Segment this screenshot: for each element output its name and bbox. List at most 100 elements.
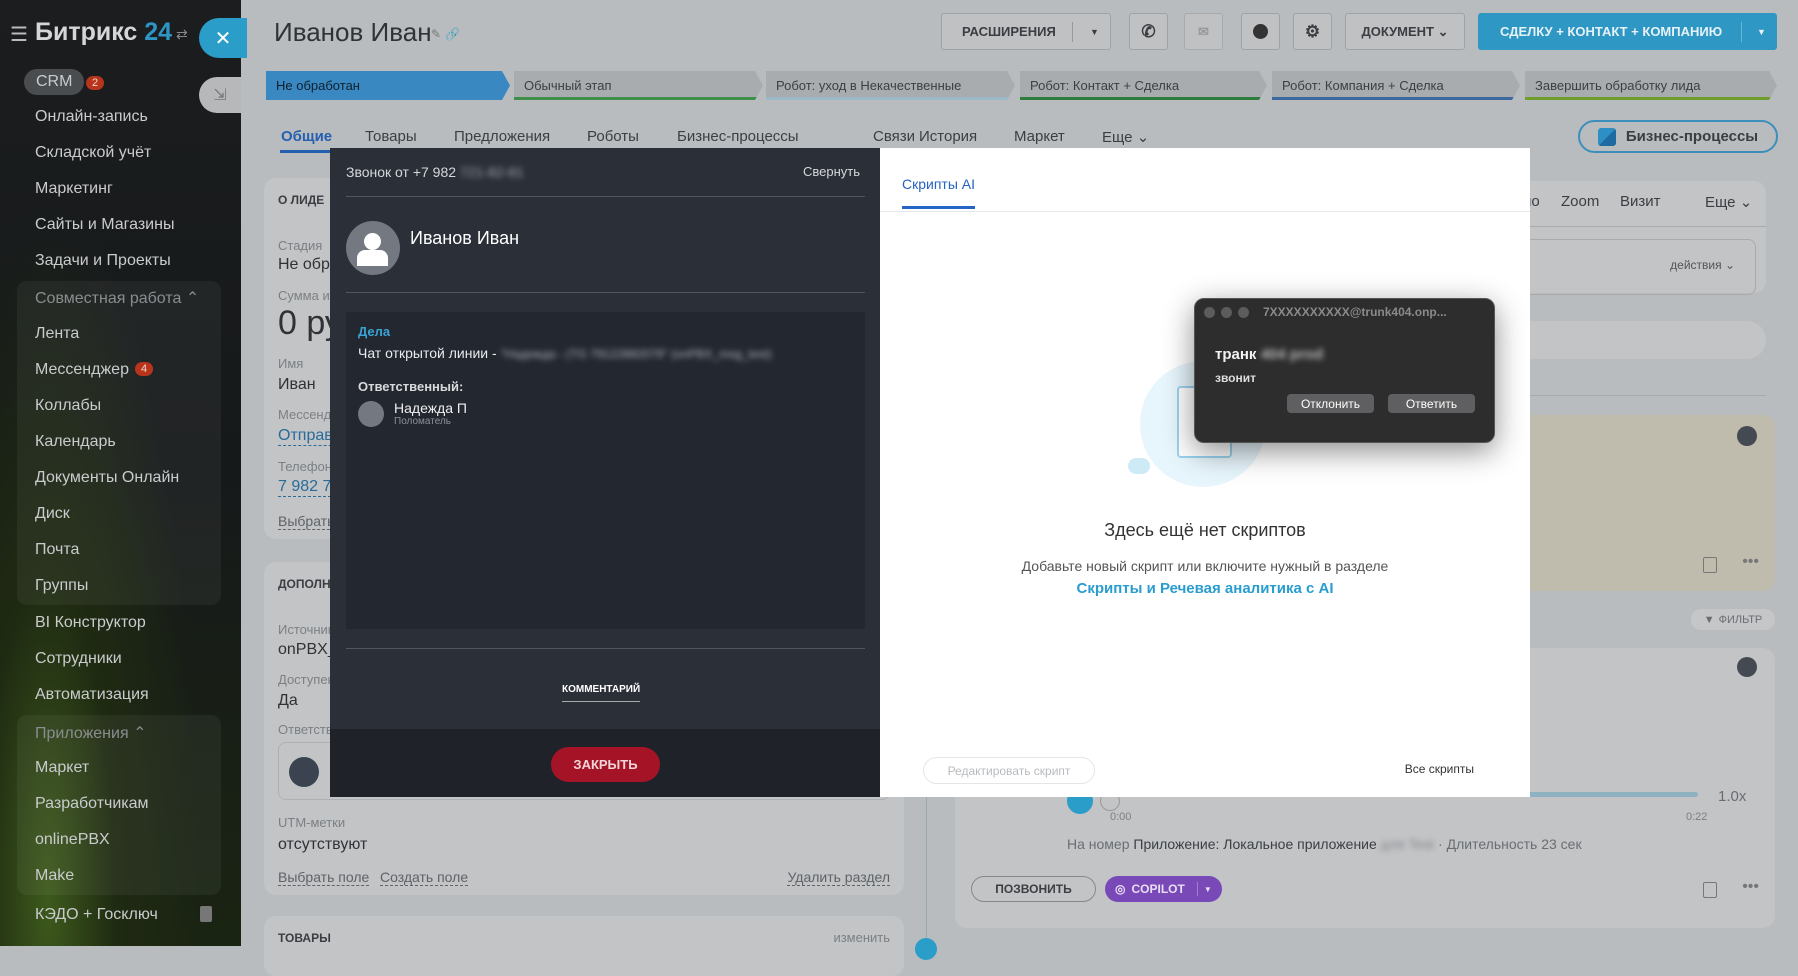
tab-label: Связи: [873, 128, 916, 145]
stage-4[interactable]: Робот: Контакт + Сделка: [1020, 71, 1267, 100]
call-back-button[interactable]: ПОЗВОНИТЬ: [971, 876, 1096, 902]
editor-tab-more[interactable]: Еще ⌄: [1705, 193, 1752, 211]
user-avatar-icon: [358, 400, 384, 427]
document-button[interactable]: ДОКУМЕНТ ⌄: [1345, 13, 1465, 50]
empty-link-wrap: Скрипты и Речевая аналитика с AI: [880, 580, 1530, 597]
copilot-button[interactable]: ◎ COPILOT ▼: [1105, 876, 1222, 902]
sidebar-item[interactable]: Календарь: [35, 433, 116, 451]
sidebar-item[interactable]: onlinePBX: [35, 831, 110, 849]
sidebar-item-messenger[interactable]: Мессенджер 4: [35, 361, 154, 379]
sidebar-item[interactable]: Складской учёт: [35, 144, 151, 162]
name-value[interactable]: Иван: [278, 376, 316, 394]
menu-icon[interactable]: ☰: [10, 22, 28, 47]
sidebar-item[interactable]: Сотрудники: [35, 650, 122, 668]
edit-script-button[interactable]: Редактировать скрипт: [923, 757, 1095, 784]
source-value[interactable]: onPBX_: [278, 641, 337, 659]
available-value[interactable]: Да: [278, 692, 298, 710]
close-call-button[interactable]: ЗАКРЫТЬ: [551, 747, 660, 782]
sidebar-group-header[interactable]: Приложения ⌃: [35, 723, 146, 743]
tab-0[interactable]: Общие: [281, 128, 332, 145]
scripts-analytics-link[interactable]: Скрипты и Речевая аналитика с AI: [1076, 580, 1333, 597]
minimize-slider-button[interactable]: ⇲: [199, 77, 241, 113]
user-avatar-icon: [1737, 657, 1757, 677]
empty-title: Здесь ещё нет скриптов: [1104, 520, 1306, 540]
more-dots-icon[interactable]: •••: [1742, 553, 1759, 571]
comment-tab[interactable]: КОММЕНТАРИЙ: [562, 684, 641, 702]
actions-dropdown[interactable]: действия ⌄: [1670, 258, 1735, 272]
sidebar-item[interactable]: Разработчикам: [35, 795, 149, 813]
convert-button[interactable]: СДЕЛКУ + КОНТАКТ + КОМПАНИЮ ▼: [1478, 13, 1777, 50]
stage-6[interactable]: Завершить обработку лида: [1525, 71, 1777, 100]
info-duration: · Длительность 23 сек: [1438, 836, 1582, 852]
create-field-link[interactable]: Создать поле: [380, 869, 469, 886]
edit-products-link[interactable]: изменить: [833, 930, 890, 945]
sidebar-item[interactable]: Документы Онлайн: [35, 469, 179, 487]
close-slider-button[interactable]: ✕: [199, 18, 247, 58]
all-scripts-link[interactable]: Все скрипты: [1405, 762, 1474, 776]
settings-button[interactable]: ⚙: [1293, 13, 1332, 50]
empty-text: Добавьте новый скрипт или включите нужны…: [1021, 558, 1389, 574]
edit-icon[interactable]: ✎: [431, 27, 441, 41]
tab-5[interactable]: Связи: [873, 128, 915, 145]
editor-tab-zoom[interactable]: Zoom: [1561, 193, 1599, 210]
sidebar-item[interactable]: Группы: [35, 577, 88, 595]
window-controls[interactable]: [1204, 307, 1249, 318]
playback-speed[interactable]: 1.0x: [1718, 788, 1746, 805]
sidebar-item[interactable]: Задачи и Проекты: [35, 252, 171, 270]
sidebar-item[interactable]: Диск: [35, 505, 70, 523]
stage-1[interactable]: Не обработан: [266, 71, 510, 100]
deal-item[interactable]: Чат открытой линии - "Надежда - (TG 7912…: [358, 345, 853, 361]
sidebar-item[interactable]: Лента: [35, 325, 79, 343]
tab-8[interactable]: Еще ⌄: [1102, 128, 1149, 146]
sidebar-item[interactable]: Почта: [35, 541, 79, 559]
group-label: Совместная работа: [35, 290, 182, 307]
sidebar-item[interactable]: Make: [35, 867, 74, 885]
link-icon[interactable]: 🔗: [445, 27, 460, 41]
deal-text: Чат открытой линии -: [358, 345, 501, 361]
tab-label: Еще: [1102, 129, 1133, 146]
sidebar-item[interactable]: Маркет: [35, 759, 89, 777]
sidebar-item[interactable]: BI Конструктор: [35, 614, 146, 632]
tab-4[interactable]: Бизнес-процессы: [677, 128, 799, 145]
stage-3[interactable]: Робот: уход в Некачественные: [766, 71, 1015, 100]
tab-2[interactable]: Предложения: [454, 128, 550, 145]
collapse-button[interactable]: Свернуть: [803, 164, 860, 179]
editor-tab-visit[interactable]: Визит: [1620, 193, 1661, 210]
choose-field-link[interactable]: Выбрать поле: [278, 869, 370, 886]
responsible-user[interactable]: Надежда П Поломатель: [358, 400, 853, 427]
phone-link[interactable]: 7 982 7: [278, 478, 332, 497]
field-label: Источник: [278, 622, 334, 637]
stage-2[interactable]: Обычный этап: [514, 71, 763, 100]
sidebar-item[interactable]: КЭДО + Госключ: [35, 906, 158, 924]
extensions-button[interactable]: РАСШИРЕНИЯ ▼: [941, 13, 1111, 50]
note-icon[interactable]: [1703, 557, 1717, 573]
answer-button[interactable]: Ответить: [1388, 394, 1475, 413]
more-dots-icon[interactable]: •••: [1742, 878, 1759, 896]
call-button[interactable]: ✆: [1129, 13, 1168, 50]
stage-5[interactable]: Робот: Компания + Сделка: [1272, 71, 1520, 100]
tab-1[interactable]: Товары: [365, 128, 417, 145]
logo[interactable]: Битрикс 24: [35, 18, 172, 47]
caret-down-icon: ▼: [1090, 26, 1099, 37]
filter-button[interactable]: ▼ ФИЛЬТР: [1691, 609, 1775, 630]
business-processes-button[interactable]: Бизнес-процессы: [1578, 120, 1778, 153]
sidebar-item[interactable]: Автоматизация: [35, 686, 149, 704]
tab-6[interactable]: История: [919, 128, 977, 145]
sidebar-item[interactable]: Онлайн-запись: [35, 108, 148, 126]
sidebar-item-crm[interactable]: CRM: [24, 69, 85, 95]
tab-scripts-ai[interactable]: Скрипты AI: [902, 176, 976, 209]
tab-7[interactable]: Маркет: [1014, 128, 1065, 145]
chat-button[interactable]: [1241, 13, 1280, 50]
swap-icon[interactable]: ⇄: [176, 26, 188, 43]
contact-name[interactable]: Иванов Иван: [410, 228, 519, 249]
decline-button[interactable]: Отклонить: [1287, 394, 1374, 413]
note-icon[interactable]: [1703, 882, 1717, 898]
sidebar-item[interactable]: Коллабы: [35, 397, 101, 415]
email-button[interactable]: ✉: [1184, 13, 1223, 50]
sidebar-item[interactable]: Маркетинг: [35, 180, 113, 198]
sidebar-item[interactable]: Сайты и Магазины: [35, 216, 174, 234]
delete-section-link[interactable]: Удалить раздел: [787, 869, 890, 886]
sidebar-group-header[interactable]: Совместная работа ⌃: [35, 288, 199, 308]
tab-3[interactable]: Роботы: [587, 128, 639, 145]
crm-label: CRM: [36, 73, 73, 90]
